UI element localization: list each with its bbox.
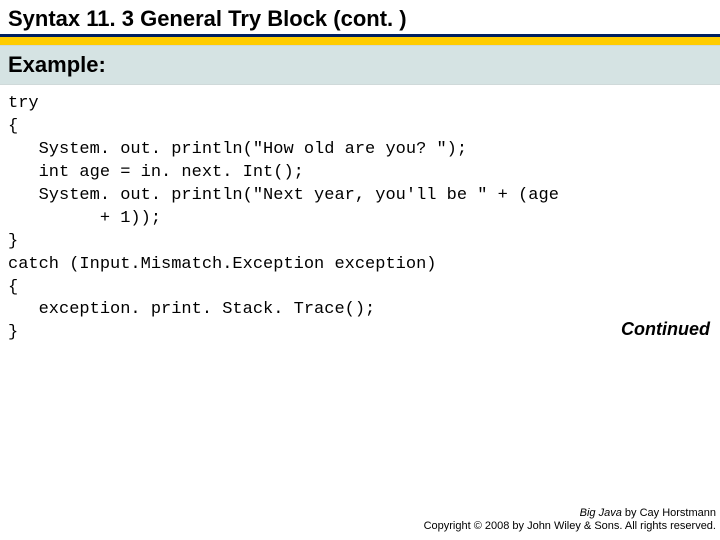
slide: Syntax 11. 3 General Try Block (cont. ) … — [0, 0, 720, 540]
yellow-rule — [0, 37, 720, 45]
slide-title: Syntax 11. 3 General Try Block (cont. ) — [8, 6, 407, 31]
footer: Big Java by Cay Horstmann Copyright © 20… — [424, 507, 716, 535]
code-line: { — [8, 116, 712, 139]
code-line: + 1)); — [8, 208, 712, 231]
code-line: System. out. println("Next year, you'll … — [8, 185, 712, 208]
code-line: exception. print. Stack. Trace(); — [8, 299, 712, 322]
code-line: { — [8, 277, 712, 300]
title-cont: (cont. ) — [333, 6, 406, 31]
code-block: try{ System. out. println("How old are y… — [0, 85, 720, 345]
book-title: Big Java — [580, 507, 622, 519]
code-line: System. out. println("How old are you? "… — [8, 139, 712, 162]
footer-line-2: Copyright © 2008 by John Wiley & Sons. A… — [424, 520, 716, 534]
example-heading: Example: — [0, 45, 720, 85]
code-line: catch (Input.Mismatch.Exception exceptio… — [8, 254, 712, 277]
code-line: } — [8, 322, 712, 345]
footer-author: by Cay Horstmann — [622, 507, 716, 519]
title-block: Syntax 11. 3 General Try Block (cont. ) — [0, 0, 720, 34]
code-line: int age = in. next. Int(); — [8, 162, 712, 185]
footer-line-1: Big Java by Cay Horstmann — [424, 507, 716, 521]
code-line: } — [8, 231, 712, 254]
title-prefix: Syntax 11. 3 General Try Block — [8, 6, 333, 31]
code-line: try — [8, 93, 712, 116]
continued-label: Continued — [621, 319, 710, 340]
